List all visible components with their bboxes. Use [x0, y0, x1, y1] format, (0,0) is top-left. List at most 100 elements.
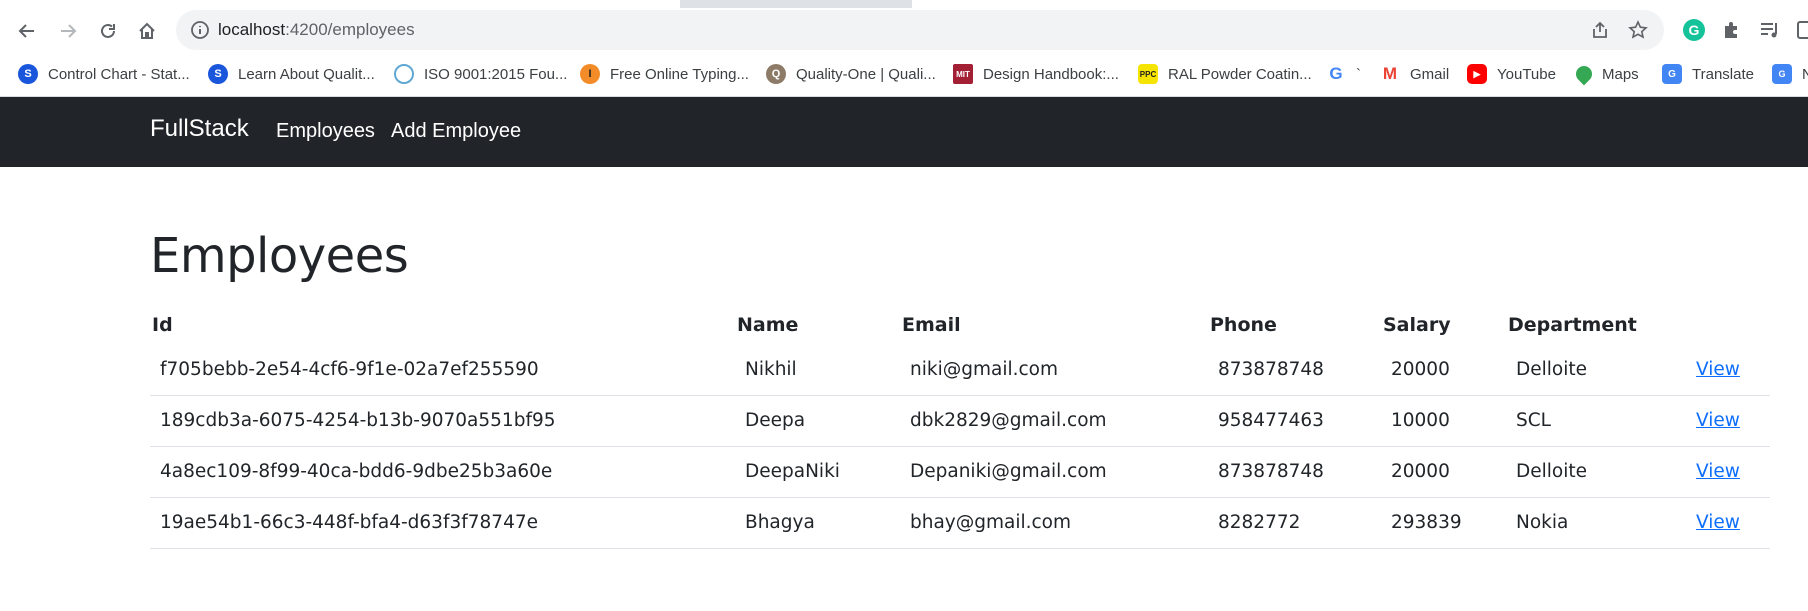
cell-id: 19ae54b1-66c3-448f-bfa4-d63f3f78747e: [150, 497, 735, 549]
svg-text:G: G: [1689, 22, 1700, 38]
cell-salary: 20000: [1381, 344, 1506, 396]
cell-salary: 20000: [1381, 446, 1506, 498]
table-row: f705bebb-2e54-4cf6-9f1e-02a7ef255590 Nik…: [150, 344, 1770, 396]
address-bar[interactable]: localhost:4200/employees: [176, 10, 1664, 50]
media-queue-icon[interactable]: [1758, 18, 1782, 42]
column-header-salary: Salary: [1383, 314, 1451, 336]
column-header-phone: Phone: [1210, 314, 1277, 336]
reload-icon: [101, 23, 115, 38]
bookmark-label: Gmail: [1410, 65, 1450, 83]
mit-favicon-icon: MIT: [953, 64, 973, 84]
bookmark-item[interactable]: S Learn About Qualit...: [208, 62, 375, 86]
bookmark-item[interactable]: G `: [1326, 62, 1361, 86]
view-link[interactable]: View: [1696, 410, 1740, 431]
bookmark-item[interactable]: MIT Design Handbook:...: [953, 62, 1119, 86]
view-link[interactable]: View: [1696, 512, 1740, 533]
back-button[interactable]: [14, 18, 40, 44]
cell-department: Nokia: [1506, 497, 1686, 549]
gmail-favicon-icon: M: [1380, 64, 1400, 84]
active-tab-edge: [0, 0, 680, 8]
typing-favicon-icon: I: [580, 64, 600, 84]
home-icon: [139, 22, 155, 39]
bookmark-label: RAL Powder Coatin...: [1168, 65, 1312, 83]
cell-phone: 873878748: [1208, 446, 1381, 498]
url-text[interactable]: localhost:4200/employees: [218, 20, 415, 40]
cell-id: f705bebb-2e54-4cf6-9f1e-02a7ef255590: [150, 344, 735, 396]
bookmark-star-icon[interactable]: [1628, 20, 1648, 40]
bookmark-item[interactable]: M Gmail: [1380, 62, 1449, 86]
cell-id: 189cdb3a-6075-4254-b13b-9070a551bf95: [150, 395, 735, 447]
cell-name: DeepaNiki: [735, 446, 900, 498]
cell-name: Deepa: [735, 395, 900, 447]
cell-phone: 873878748: [1208, 344, 1381, 396]
page-title: Employees: [150, 228, 409, 284]
cell-phone: 958477463: [1208, 395, 1381, 447]
url-host: localhost: [218, 20, 286, 39]
table-row: 4a8ec109-8f99-40ca-bdd6-9dbe25b3a60e Dee…: [150, 446, 1770, 498]
cell-action: View: [1686, 395, 1770, 447]
cell-department: SCL: [1506, 395, 1686, 447]
bookmark-item[interactable]: PPC RAL Powder Coatin...: [1138, 62, 1312, 86]
cell-salary: 293839: [1381, 497, 1506, 549]
bookmark-item[interactable]: ▶ YouTube: [1467, 62, 1556, 86]
stat-favicon-icon: S: [208, 64, 228, 84]
side-panel-icon[interactable]: [1796, 18, 1808, 42]
bookmark-label: Learn About Qualit...: [238, 65, 375, 83]
bookmarks-bar: S Control Chart - Stat... S Learn About Qu…: [0, 53, 1808, 97]
employees-table: Id Name Email Phone Salary Department f7…: [150, 306, 1770, 549]
bookmark-item[interactable]: I Free Online Typing...: [580, 62, 749, 86]
extensions-puzzle-icon[interactable]: [1720, 18, 1744, 42]
info-icon[interactable]: [190, 20, 210, 40]
bookmark-label: Maps: [1602, 65, 1639, 83]
bookmark-item[interactable]: Maps: [1572, 62, 1639, 86]
cell-email: dbk2829@gmail.com: [900, 395, 1208, 447]
view-link[interactable]: View: [1696, 359, 1740, 380]
translate-favicon-icon: G: [1662, 64, 1682, 84]
bookmark-label: Control Chart - Stat...: [48, 65, 190, 83]
url-path: :4200/employees: [285, 20, 415, 39]
bookmark-label: N: [1802, 66, 1808, 83]
grammarly-icon[interactable]: G: [1682, 18, 1706, 42]
column-header-department: Department: [1508, 314, 1637, 336]
youtube-favicon-icon: ▶: [1467, 64, 1487, 84]
bookmark-item[interactable]: Q Quality-One | Quali...: [766, 62, 936, 86]
browser-toolbar: localhost:4200/employees G: [0, 8, 1808, 53]
bookmark-item[interactable]: GN: [1772, 62, 1808, 86]
cell-action: View: [1686, 497, 1770, 549]
cloud-favicon-icon: [394, 64, 414, 84]
forward-arrow-icon: [61, 24, 77, 38]
bookmark-label: Free Online Typing...: [610, 65, 749, 83]
column-header-email: Email: [902, 314, 961, 336]
bookmark-item[interactable]: S Control Chart - Stat...: [18, 62, 190, 86]
cell-department: Delloite: [1506, 344, 1686, 396]
qi-favicon-icon: Q: [766, 64, 786, 84]
reload-button[interactable]: [95, 18, 121, 44]
back-arrow-icon: [18, 24, 34, 38]
nav-link-add-employee[interactable]: Add Employee: [391, 120, 521, 143]
table-header-row: Id Name Email Phone Salary Department: [150, 306, 1770, 344]
bookmark-label: Quality-One | Quali...: [796, 65, 936, 83]
cell-id: 4a8ec109-8f99-40ca-bdd6-9dbe25b3a60e: [150, 446, 735, 498]
table-row: 189cdb3a-6075-4254-b13b-9070a551bf95 Dee…: [150, 395, 1770, 447]
cell-phone: 8282772: [1208, 497, 1381, 549]
bookmark-label: ISO 9001:2015 Fou...: [424, 65, 568, 83]
share-icon[interactable]: [1590, 20, 1610, 40]
app-navbar: FullStack Employees Add Employee: [0, 97, 1808, 167]
column-header-id: Id: [152, 314, 173, 336]
column-header-name: Name: [737, 314, 799, 336]
home-button[interactable]: [134, 18, 160, 44]
forward-button[interactable]: [55, 18, 81, 44]
bookmark-label: YouTube: [1497, 65, 1556, 83]
tab-strip: [0, 0, 1808, 8]
column-header-action: [1686, 306, 1770, 344]
cell-action: View: [1686, 446, 1770, 498]
bookmark-item[interactable]: ISO 9001:2015 Fou...: [394, 62, 567, 86]
cell-name: Nikhil: [735, 344, 900, 396]
nav-link-employees[interactable]: Employees: [276, 120, 375, 143]
cell-salary: 10000: [1381, 395, 1506, 447]
navbar-brand[interactable]: FullStack: [150, 115, 249, 143]
bookmark-label: `: [1356, 65, 1361, 83]
tab-edge: [912, 0, 1808, 8]
view-link[interactable]: View: [1696, 461, 1740, 482]
bookmark-item[interactable]: G Translate: [1662, 62, 1754, 86]
